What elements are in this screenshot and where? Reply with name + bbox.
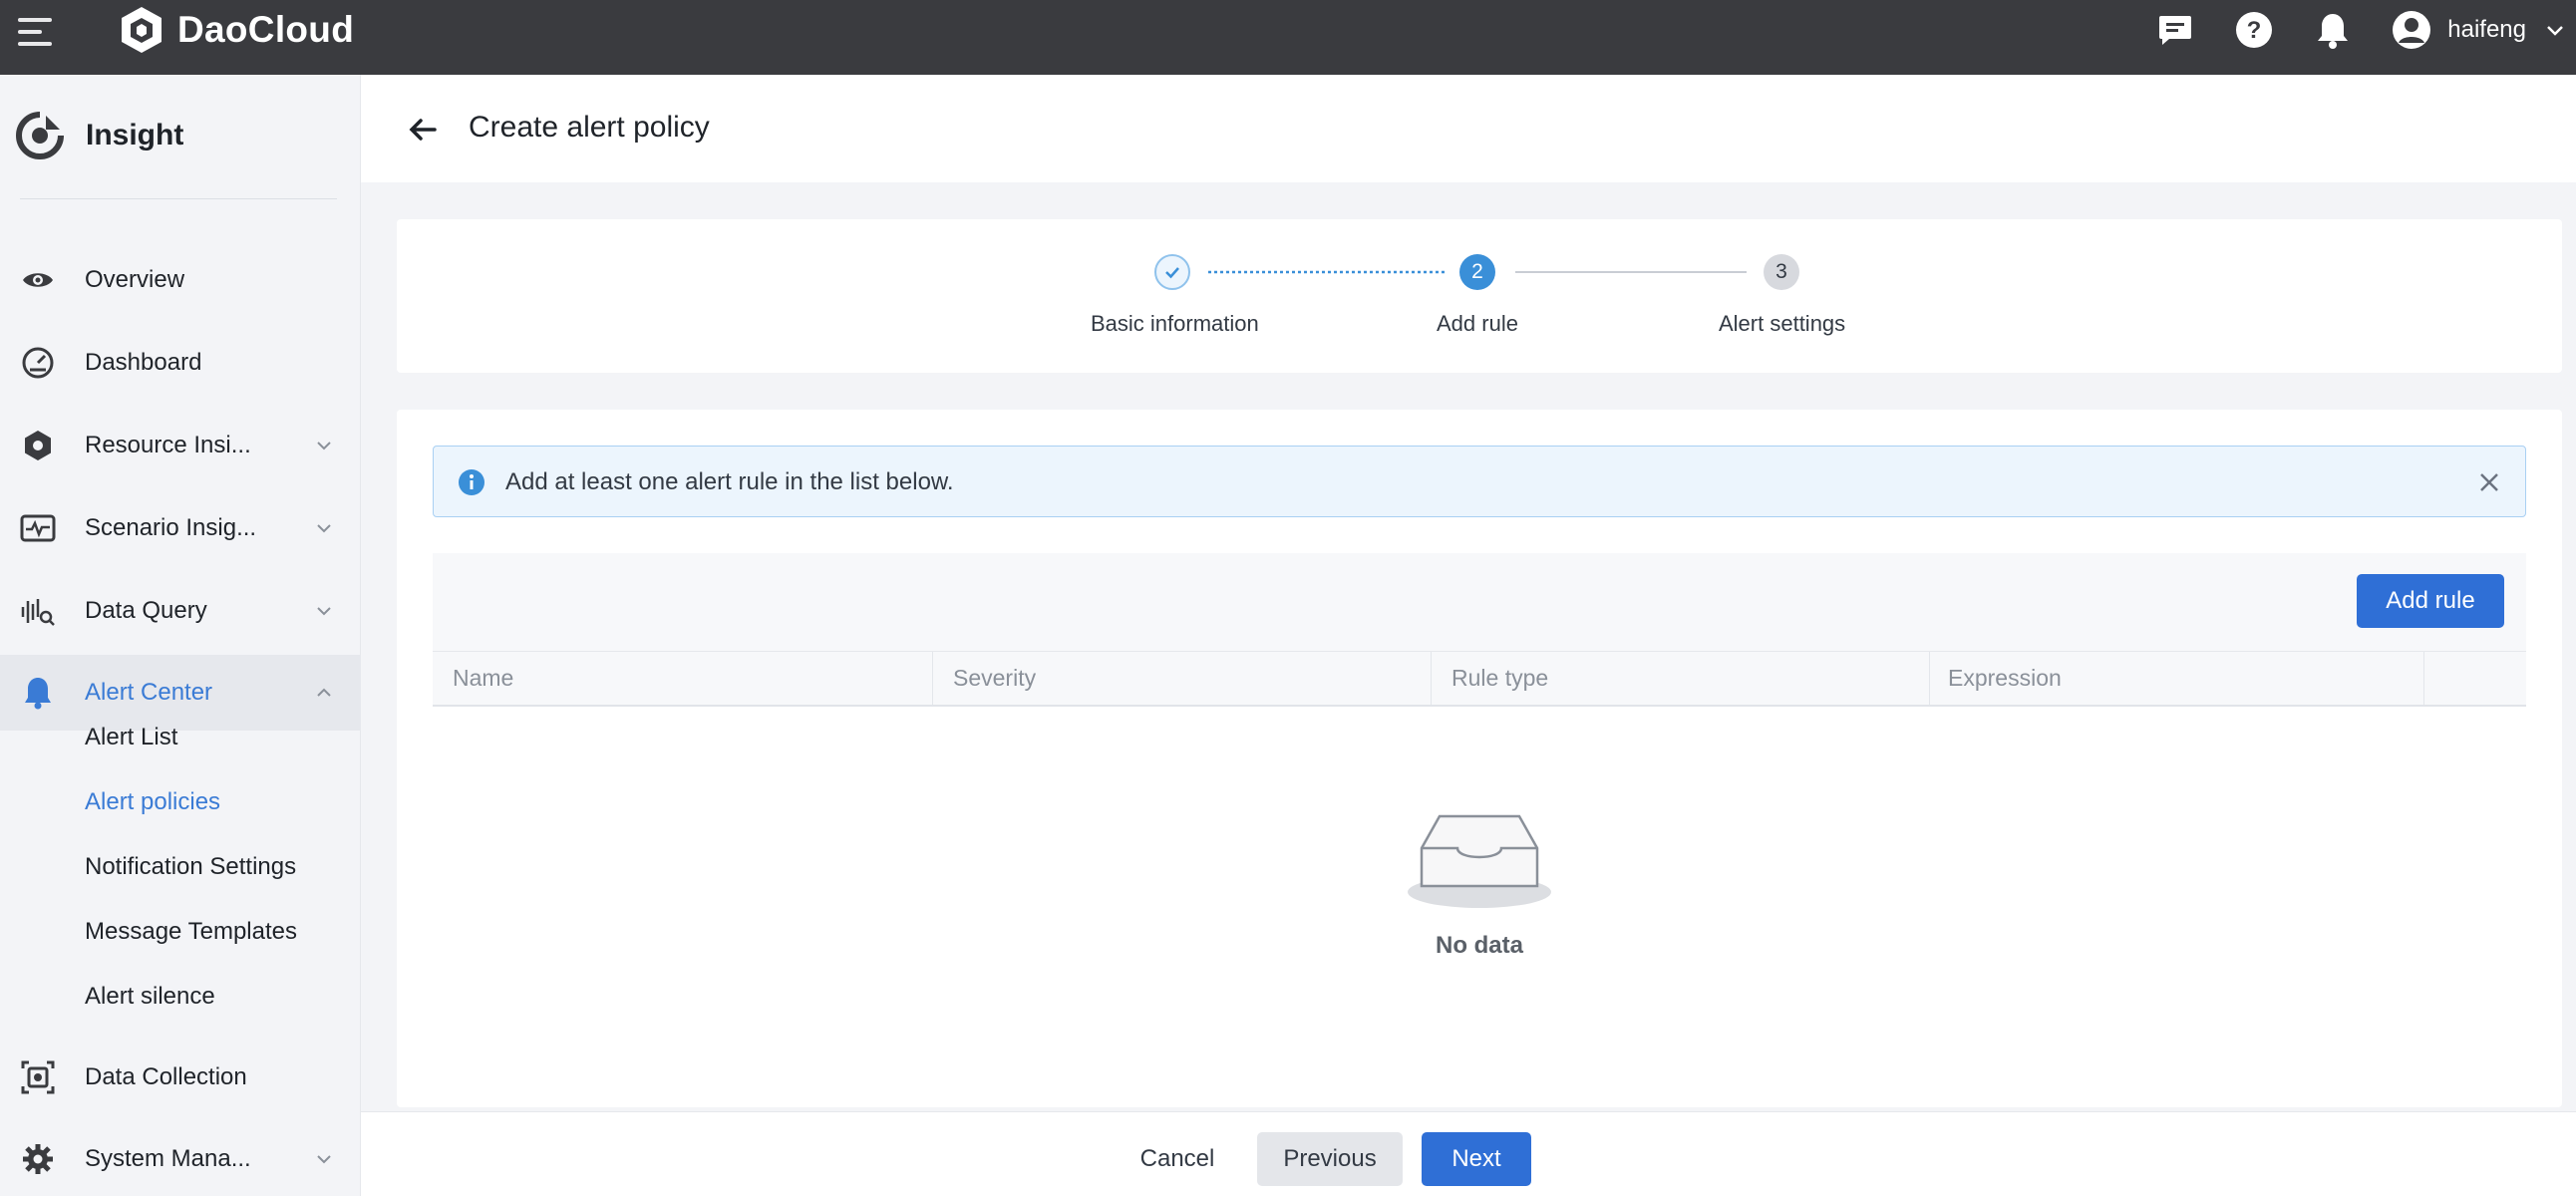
gear-icon <box>20 1141 56 1177</box>
empty-inbox-icon <box>1408 814 1551 908</box>
sidebar-item-label: Scenario Insig... <box>85 514 257 541</box>
table-header: Name Severity Rule type Expression <box>433 651 2526 707</box>
sidebar-item-label: Overview <box>85 266 185 293</box>
step-2-label: Add rule <box>1437 311 1518 336</box>
column-header-rule-type[interactable]: Rule type <box>1432 652 1930 705</box>
info-alert: Add at least one alert rule in the list … <box>433 446 2526 517</box>
sidebar-subitem-notification-settings[interactable]: Notification Settings <box>85 853 296 881</box>
data-collection-icon <box>20 1059 56 1095</box>
sidebar-item-label: Dashboard <box>85 349 202 376</box>
empty-state-text: No data <box>1435 932 1523 959</box>
column-header-actions <box>2424 652 2526 705</box>
sidebar-item-overview[interactable]: Overview <box>0 242 361 318</box>
pulse-monitor-icon <box>20 510 56 546</box>
svg-text:?: ? <box>2247 17 2262 44</box>
chevron-down-icon <box>317 607 331 616</box>
page-title: Create alert policy <box>469 111 710 144</box>
sidebar-item-scenario-insight[interactable]: Scenario Insig... <box>0 490 361 566</box>
column-header-severity[interactable]: Severity <box>933 652 1432 705</box>
sidebar-item-resource-insight[interactable]: Resource Insi... <box>0 408 361 483</box>
sidebar-item-label: Data Query <box>85 597 207 624</box>
sidebar: Insight Overview Dashboard Resource Insi… <box>0 75 361 1196</box>
add-rule-button[interactable]: Add rule <box>2357 574 2504 628</box>
rules-card: Add at least one alert rule in the list … <box>397 410 2562 1107</box>
next-button[interactable]: Next <box>1422 1132 1531 1186</box>
close-icon[interactable] <box>2477 470 2501 494</box>
footer-actions: Cancel Previous Next <box>361 1111 2576 1196</box>
hamburger-menu-icon[interactable] <box>18 18 54 54</box>
user-name: haifeng <box>2447 16 2526 43</box>
app-title[interactable]: Insight <box>16 112 183 159</box>
column-header-name[interactable]: Name <box>433 652 933 705</box>
daocloud-logo-icon <box>122 7 161 53</box>
sidebar-item-alert-center[interactable]: Alert Center <box>0 655 361 731</box>
sidebar-subitem-alert-list[interactable]: Alert List <box>85 724 177 751</box>
sidebar-item-dashboard[interactable]: Dashboard <box>0 325 361 401</box>
sidebar-item-system-management[interactable]: System Mana... <box>0 1121 361 1196</box>
step-connector-pending <box>1515 271 1747 273</box>
app-name: Insight <box>86 119 184 151</box>
chevron-down-icon <box>317 524 331 533</box>
help-icon[interactable]: ? <box>2234 10 2274 50</box>
chevron-down-icon <box>317 442 331 450</box>
info-alert-message: Add at least one alert rule in the list … <box>505 468 954 495</box>
brand-logo[interactable]: DaoCloud <box>116 4 354 56</box>
insight-logo-icon <box>16 112 64 159</box>
sidebar-subitem-alert-silence[interactable]: Alert silence <box>85 983 215 1011</box>
back-arrow-icon[interactable] <box>407 114 439 146</box>
sidebar-item-data-collection[interactable]: Data Collection <box>0 1040 361 1115</box>
step-3-number: 3 <box>1764 254 1799 290</box>
step-1-check-icon <box>1154 254 1190 290</box>
sidebar-item-data-query[interactable]: Data Query <box>0 573 361 649</box>
cancel-button[interactable]: Cancel <box>1121 1132 1234 1186</box>
step-3-label: Alert settings <box>1719 311 1846 336</box>
hexagon-icon <box>20 428 56 463</box>
sidebar-item-label: Alert Center <box>85 679 213 706</box>
sidebar-subitem-message-templates[interactable]: Message Templates <box>85 918 297 946</box>
user-menu[interactable]: haifeng <box>2392 10 2576 50</box>
user-avatar-icon <box>2393 11 2431 49</box>
chevron-down-icon <box>2547 26 2563 36</box>
chevron-down-icon <box>317 1155 331 1164</box>
step-connector-done <box>1208 270 1448 274</box>
sidebar-item-label: System Mana... <box>85 1145 251 1172</box>
table-toolbar: Add rule <box>433 553 2526 651</box>
brand-name: DaoCloud <box>177 9 355 50</box>
sidebar-item-label: Data Collection <box>85 1063 247 1090</box>
empty-state: No data <box>397 808 2562 960</box>
sidebar-divider <box>20 198 337 199</box>
eye-icon <box>20 262 56 298</box>
chevron-up-icon <box>317 688 331 697</box>
sidebar-item-label: Resource Insi... <box>85 432 251 458</box>
gauge-icon <box>20 345 56 381</box>
sidebar-subitem-alert-policies[interactable]: Alert policies <box>85 788 220 816</box>
column-header-expression[interactable]: Expression <box>1930 652 2424 705</box>
step-1-label: Basic information <box>1091 311 1259 336</box>
top-bar: DaoCloud ? haifeng <box>0 0 2576 75</box>
bell-icon <box>20 675 56 711</box>
message-icon[interactable] <box>2155 10 2195 50</box>
step-2-number: 2 <box>1459 254 1495 290</box>
previous-button[interactable]: Previous <box>1257 1132 1403 1186</box>
notification-bell-icon[interactable] <box>2313 10 2353 50</box>
waveform-search-icon <box>20 593 56 629</box>
steps-card: 2 3 Basic information Add rule Alert set… <box>397 219 2562 373</box>
page-header: Create alert policy <box>361 75 2576 182</box>
info-icon <box>459 469 484 495</box>
